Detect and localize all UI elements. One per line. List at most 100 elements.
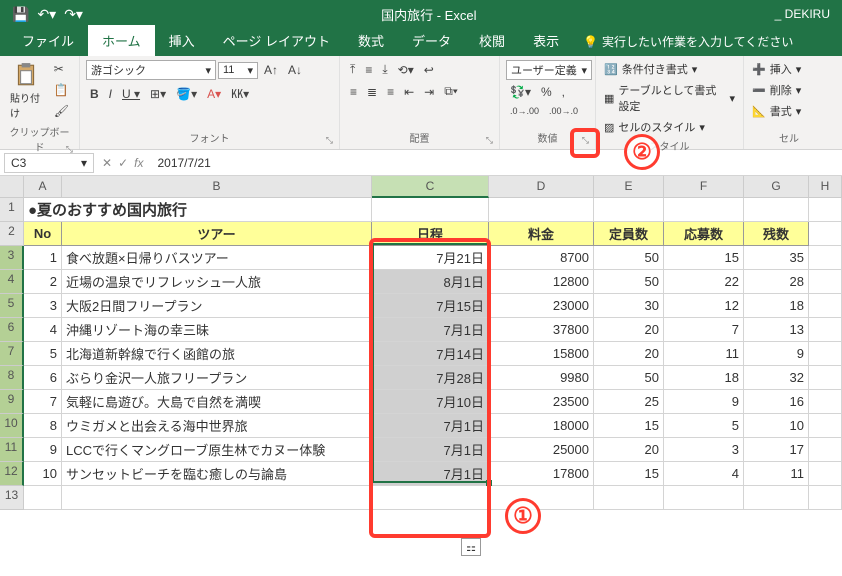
cell-capacity[interactable]: 20 [594,342,664,366]
sheet-title-cell[interactable]: ●夏のおすすめ国内旅行 [24,198,372,222]
align-right-icon[interactable]: ≡ [383,83,398,101]
tell-me-box[interactable]: 💡 実行したい作業を入力してください [573,27,803,56]
cell[interactable] [372,486,489,510]
cell-remaining[interactable]: 18 [744,294,809,318]
cell-no[interactable]: 10 [24,462,62,486]
cell-applicants[interactable]: 3 [664,438,744,462]
comma-icon[interactable]: , [558,83,569,101]
cell[interactable] [809,486,842,510]
italic-button[interactable]: I [105,85,116,103]
enter-formula-icon[interactable]: ✓ [118,156,128,170]
cell[interactable] [594,198,664,222]
col-header-B[interactable]: B [62,176,372,198]
format-as-table-button[interactable]: ▦テーブルとして書式設定 ▾ [602,81,737,115]
conditional-formatting-button[interactable]: 🔢条件付き書式 ▾ [602,60,737,78]
cell-remaining[interactable]: 13 [744,318,809,342]
row-header[interactable]: 5 [0,294,24,318]
cell[interactable] [809,198,842,222]
cell[interactable] [809,270,842,294]
header-date[interactable]: 日程 [372,222,489,246]
save-icon[interactable]: 💾 [12,6,29,23]
cell-tour[interactable]: ウミガメと出会える海中世界旅 [62,414,372,438]
cell-tour[interactable]: LCCで行くマングローブ原生林でカヌー体験 [62,438,372,462]
cell-tour[interactable]: サンセットビーチを臨む癒しの与論島 [62,462,372,486]
col-header-E[interactable]: E [594,176,664,198]
cell[interactable] [24,486,62,510]
quick-analysis-icon[interactable]: ⚏ [461,538,481,556]
cell-no[interactable]: 8 [24,414,62,438]
accounting-icon[interactable]: 💱▾ [506,83,535,101]
col-header-C[interactable]: C [372,176,489,198]
cell[interactable] [809,390,842,414]
tab-file[interactable]: ファイル [8,25,88,56]
cell-applicants[interactable]: 9 [664,390,744,414]
cell-price[interactable]: 23000 [489,294,594,318]
cell-tour[interactable]: 大阪2日間フリープラン [62,294,372,318]
tab-view[interactable]: 表示 [519,25,573,56]
cell[interactable] [809,294,842,318]
row-header[interactable]: 8 [0,366,24,390]
cell-date[interactable]: 7月28日 [372,366,489,390]
ruby-icon[interactable]: ㏍▾ [227,83,253,104]
cell[interactable] [489,486,594,510]
cell-remaining[interactable]: 35 [744,246,809,270]
insert-cells-button[interactable]: ➕挿入 ▾ [750,60,803,78]
delete-cells-button[interactable]: ➖削除 ▾ [750,81,803,99]
cell[interactable] [809,222,842,246]
selection-handle[interactable] [486,480,492,486]
cell-no[interactable]: 6 [24,366,62,390]
cell-applicants[interactable]: 22 [664,270,744,294]
format-cells-button[interactable]: 📐書式 ▾ [750,102,803,120]
tab-insert[interactable]: 挿入 [155,25,209,56]
font-color-icon[interactable]: A▾ [203,85,225,103]
tab-review[interactable]: 校閲 [465,25,519,56]
cell[interactable] [489,198,594,222]
cell-date[interactable]: 7月10日 [372,390,489,414]
row-header[interactable]: 10 [0,414,24,438]
cell-tour[interactable]: 近場の温泉でリフレッシュ一人旅 [62,270,372,294]
cell[interactable] [372,198,489,222]
cell-styles-button[interactable]: ▨セルのスタイル ▾ [602,118,737,136]
cell-no[interactable]: 3 [24,294,62,318]
cell-applicants[interactable]: 18 [664,366,744,390]
cell-applicants[interactable]: 5 [664,414,744,438]
cell-tour[interactable]: ぶらり金沢一人旅フリープラン [62,366,372,390]
formula-input[interactable]: 2017/7/21 [151,154,838,172]
cell-date[interactable]: 7月1日 [372,438,489,462]
cell-date[interactable]: 7月21日 [372,246,489,270]
cell[interactable] [809,462,842,486]
header-applicants[interactable]: 応募数 [664,222,744,246]
cell-date[interactable]: 7月1日 [372,414,489,438]
orientation-icon[interactable]: ⟲▾ [394,61,418,79]
cell-applicants[interactable]: 15 [664,246,744,270]
cell-no[interactable]: 5 [24,342,62,366]
copy-icon[interactable]: 📋 [50,81,73,99]
cell-remaining[interactable]: 17 [744,438,809,462]
cell-capacity[interactable]: 30 [594,294,664,318]
cell-capacity[interactable]: 20 [594,318,664,342]
cell-price[interactable]: 37800 [489,318,594,342]
align-middle-icon[interactable]: ≡ [361,61,376,79]
cell-price[interactable]: 9980 [489,366,594,390]
cell-date[interactable]: 7月15日 [372,294,489,318]
col-header-G[interactable]: G [744,176,809,198]
cell-date[interactable]: 7月14日 [372,342,489,366]
number-launcher-icon[interactable]: ⤡ [582,135,589,146]
header-tour[interactable]: ツアー [62,222,372,246]
merge-icon[interactable]: ⧉▾ [440,82,462,101]
align-top-icon[interactable]: ⤒ [346,60,359,79]
cell-capacity[interactable]: 50 [594,270,664,294]
row-header[interactable]: 1 [0,198,24,222]
cell-price[interactable]: 25000 [489,438,594,462]
cell[interactable] [809,342,842,366]
cell-date[interactable]: 7月1日 [372,318,489,342]
cell[interactable] [809,414,842,438]
format-painter-icon[interactable]: 🖌 [50,102,73,120]
cell-remaining[interactable]: 32 [744,366,809,390]
cancel-formula-icon[interactable]: ✕ [102,156,112,170]
cell[interactable] [62,486,372,510]
cell-remaining[interactable]: 28 [744,270,809,294]
number-format-combo[interactable]: ユーザー定義▾ [506,60,592,80]
row-header[interactable]: 4 [0,270,24,294]
tab-page-layout[interactable]: ページ レイアウト [209,25,344,56]
